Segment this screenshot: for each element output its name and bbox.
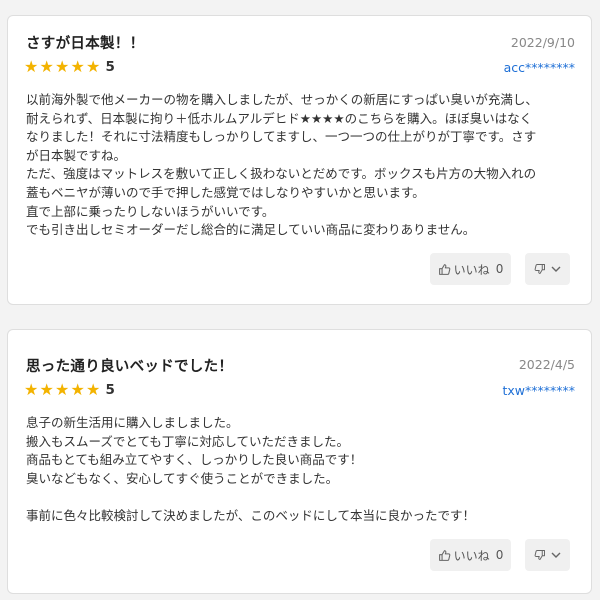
review-body-line: 事前に色々比較検討して決めましたが、このベッドにして本当に良かったです！: [26, 507, 476, 523]
helpful-button[interactable]: いいね 0: [430, 539, 511, 571]
star-icon: ★: [39, 380, 54, 399]
chevron-down-icon: [551, 266, 561, 272]
reviewer-name[interactable]: txw********: [502, 383, 575, 398]
rating-value: 5: [105, 382, 115, 398]
review-body-line: なりました！それに寸法精度もしっかりしてますし、一つ一つの仕上がりが丁寧です。さ…: [26, 129, 537, 145]
review-body-line: 以前海外製で他メーカーの物を購入しましたが、せっかくの新居にすっぱい臭いが充満し…: [26, 92, 538, 107]
thumbs-down-icon: [534, 264, 545, 274]
reviewer-name[interactable]: acc********: [504, 60, 575, 75]
review-body-line: ただ、強度はマットレスを敷いて正しく扱わないとだめです。ボックスも片方の大物入れ…: [26, 166, 537, 182]
review-body-line: でも引き出しセミオーダーだし総合的に満足していい商品に変わりありません。: [26, 222, 476, 238]
helpful-label: いいね: [453, 262, 490, 277]
review-body-line: 耐えられず、日本製に拘り＋低ホルムアルデヒド★★★★のこちらを購入。ほぼ臭いはな…: [26, 110, 533, 126]
star-rating: ★ ★ ★ ★ ★ 5: [24, 380, 115, 399]
review-body-line: が日本製ですね。: [26, 147, 127, 163]
review-body-line: 直で上部に乗ったりしないほうがいいです。: [26, 203, 275, 219]
star-icon: ★: [70, 57, 85, 76]
helpful-count: 0: [495, 262, 504, 276]
review-body: 息子の新生活用に購入しましました。 搬入もスムーズでとても丁寧に対応していただき…: [26, 414, 581, 526]
star-icon: ★: [55, 57, 70, 76]
thumbs-down-icon: [534, 550, 545, 560]
review-body-line: 臭いなどもなく、安心してすぐ使うことができました。: [26, 470, 339, 486]
review-body-line: 搬入もスムーズでとても丁寧に対応していただきました。: [26, 433, 350, 449]
rating-value: 5: [105, 59, 115, 75]
helpful-label: いいね: [453, 548, 490, 563]
unhelpful-button[interactable]: [525, 253, 570, 285]
star-icon: ★: [24, 57, 39, 76]
review-card: さすが日本製！！ 2022/9/10 ★ ★ ★ ★ ★ 5 acc******…: [7, 15, 592, 305]
review-title: さすが日本製！！: [26, 36, 145, 52]
star-rating: ★ ★ ★ ★ ★ 5: [24, 57, 115, 76]
chevron-down-icon: [551, 552, 561, 558]
helpful-button[interactable]: いいね 0: [430, 253, 511, 285]
review-body-line: 蓋もベニヤが薄いので手で押した感覚ではしなりやすいかと思います。: [26, 184, 425, 200]
review-body-line: 商品もとても組み立てやすく、しっかりした良い商品です！: [26, 452, 363, 468]
review-card: 思った通り良いベッドでした！ 2022/4/5 ★ ★ ★ ★ ★ 5 txw*…: [7, 329, 592, 594]
star-icon: ★: [24, 380, 39, 399]
star-icon: ★: [55, 380, 70, 399]
helpful-count: 0: [495, 548, 504, 562]
review-body: 以前海外製で他メーカーの物を購入しましたが、せっかくの新居にすっぱい臭いが充満し…: [26, 91, 581, 240]
review-title: 思った通り良いベッドでした！: [26, 359, 234, 375]
star-icon: ★: [70, 380, 85, 399]
star-icon: ★: [39, 57, 54, 76]
review-body-line: [26, 488, 581, 507]
star-icon: ★: [86, 57, 101, 76]
review-date: 2022/9/10: [510, 35, 575, 50]
thumbs-up-icon: [438, 549, 451, 561]
review-body-line: 息子の新生活用に購入しましました。: [26, 415, 239, 430]
review-date: 2022/4/5: [518, 357, 575, 372]
star-icon: ★: [86, 380, 101, 399]
unhelpful-button[interactable]: [525, 539, 570, 571]
thumbs-up-icon: [438, 263, 451, 275]
